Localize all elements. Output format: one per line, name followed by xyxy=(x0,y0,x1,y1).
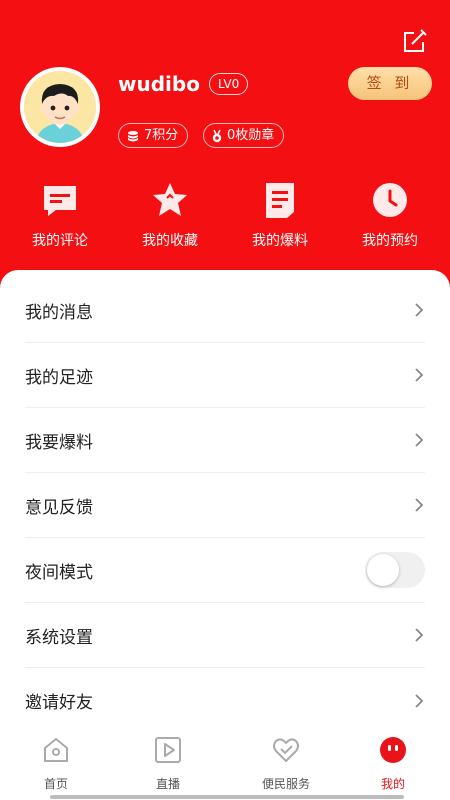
home-indicator xyxy=(50,795,404,799)
chevron-right-icon xyxy=(415,628,424,642)
username: wudibo xyxy=(118,72,200,96)
menu-item-label: 邀请好友 xyxy=(25,693,93,713)
points-pill[interactable]: 7积分 xyxy=(118,123,189,148)
quick-my-reservations[interactable]: 我的预约 xyxy=(335,180,445,250)
clock-icon xyxy=(373,183,407,217)
coins-icon xyxy=(128,130,138,141)
medals-label: 0枚勋章 xyxy=(227,128,275,143)
menu-item-feedback[interactable]: 意见反馈 xyxy=(25,473,425,538)
document-icon xyxy=(266,183,294,218)
quick-my-comments[interactable]: 我的评论 xyxy=(5,180,115,250)
menu-item-label: 我的足迹 xyxy=(25,367,93,388)
menu-item-footprints[interactable]: 我的足迹 xyxy=(25,343,425,408)
medal-icon xyxy=(212,129,222,142)
tab-label: 便民服务 xyxy=(261,777,310,791)
menu-panel: 我的消息 我的足迹 我要爆料 意见反馈 夜间模式 系统设置 邀请好友 xyxy=(0,270,450,730)
tab-services[interactable]: 便民服务 xyxy=(236,735,336,792)
menu-item-settings[interactable]: 系统设置 xyxy=(25,603,425,668)
points-label: 7积分 xyxy=(144,128,179,143)
edit-icon[interactable] xyxy=(402,28,428,54)
quick-label: 我的预约 xyxy=(362,233,418,249)
chevron-right-icon xyxy=(415,498,424,512)
tab-label: 我的 xyxy=(380,777,405,791)
star-icon xyxy=(153,183,187,216)
menu-item-label: 我的消息 xyxy=(25,302,93,323)
quick-label: 我的收藏 xyxy=(142,233,198,249)
quick-my-reports[interactable]: 我的爆料 xyxy=(225,180,335,250)
comment-icon xyxy=(44,186,76,216)
tab-live[interactable]: 直播 xyxy=(118,735,218,792)
menu-item-label: 意见反馈 xyxy=(25,497,93,518)
profile-header: wudibo LV0 签 到 7积分 0枚勋章 我的评论 我的收藏 我的爆料 我… xyxy=(0,0,450,300)
bottom-tab-bar: 首页 直播 便民服务 我的 xyxy=(0,730,450,800)
heart-service-icon xyxy=(273,738,299,762)
menu-item-messages[interactable]: 我的消息 xyxy=(25,278,425,343)
chevron-right-icon xyxy=(415,433,424,447)
toggle-knob xyxy=(367,554,399,586)
chevron-right-icon xyxy=(415,693,424,708)
menu-item-label: 系统设置 xyxy=(25,627,93,648)
home-icon xyxy=(44,738,68,762)
quick-label: 我的评论 xyxy=(32,233,88,249)
menu-item-invite-friends[interactable]: 邀请好友 xyxy=(25,668,425,733)
menu-item-label: 我要爆料 xyxy=(25,432,93,453)
level-badge: LV0 xyxy=(209,73,249,95)
tab-home[interactable]: 首页 xyxy=(6,735,106,792)
avatar[interactable] xyxy=(20,67,100,147)
tab-label: 直播 xyxy=(155,777,180,791)
quick-my-favorites[interactable]: 我的收藏 xyxy=(115,180,225,250)
checkin-button[interactable]: 签 到 xyxy=(348,67,432,100)
avatar-image xyxy=(24,71,96,143)
menu-item-submit-report[interactable]: 我要爆料 xyxy=(25,408,425,473)
quick-label: 我的爆料 xyxy=(252,233,308,249)
medals-pill[interactable]: 0枚勋章 xyxy=(203,123,285,148)
chevron-right-icon xyxy=(415,368,424,382)
profile-face-icon xyxy=(380,737,406,763)
menu-item-label: 夜间模式 xyxy=(25,562,93,583)
night-mode-toggle[interactable] xyxy=(365,552,425,588)
play-icon xyxy=(155,737,181,763)
tab-label: 首页 xyxy=(43,777,68,791)
tab-mine[interactable]: 我的 xyxy=(343,735,443,792)
chevron-right-icon xyxy=(415,303,424,317)
menu-item-night-mode: 夜间模式 xyxy=(25,538,425,603)
